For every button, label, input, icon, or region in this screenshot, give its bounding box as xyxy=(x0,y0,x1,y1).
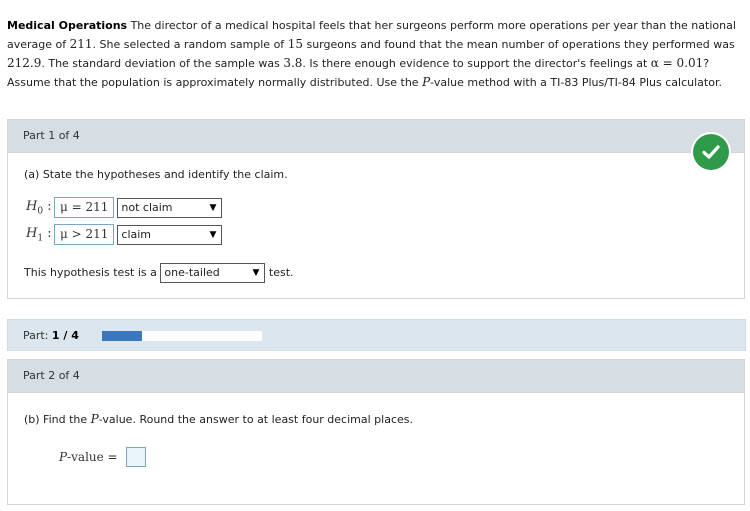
part-2-header: Part 2 of 4 xyxy=(8,360,744,393)
null-hypothesis-row: H0 : μ = 211 not claim ▼ xyxy=(26,197,223,218)
progress-bar-fill xyxy=(102,331,142,341)
problem-statement: Medical Operations The director of a med… xyxy=(7,17,743,92)
p-value-input[interactable] xyxy=(125,447,146,467)
p-value-label: P-value = xyxy=(59,450,118,464)
h1-label: H1 : xyxy=(26,225,52,244)
progress-bar-track xyxy=(102,331,262,341)
problem-text: -value method with a TI-83 Plus/TI-84 Pl… xyxy=(430,76,722,89)
problem-text: . She selected a random sample of xyxy=(92,38,288,51)
h0-claim-select[interactable]: not claim ▼ xyxy=(117,197,223,218)
test-type-suffix: test. xyxy=(268,266,294,279)
part-progress: Part: 1 / 4 xyxy=(7,319,746,351)
alternative-hypothesis-row: H1 : μ > 211 claim ▼ xyxy=(26,224,223,245)
part-2-question: (b) Find the P-value. Round the answer t… xyxy=(24,412,413,426)
part-1-header: Part 1 of 4 xyxy=(8,120,744,153)
test-type-row: This hypothesis test is a one-tailed ▼ te… xyxy=(24,263,294,283)
h1-input[interactable]: μ > 211 xyxy=(54,224,115,245)
h0-label: H0 : xyxy=(26,198,52,217)
sample-sd-value: 3.8 xyxy=(283,56,303,70)
problem-title: Medical Operations xyxy=(7,19,128,32)
h1-claim-select[interactable]: claim ▼ xyxy=(117,224,223,245)
problem-text: surgeons and found that the mean number … xyxy=(302,38,735,51)
progress-label: Part: 1 / 4 xyxy=(23,329,79,342)
part-2-panel: Part 2 of 4 (b) Find the P-value. Round … xyxy=(7,359,745,505)
part-1-question: (a) State the hypotheses and identify th… xyxy=(24,168,288,181)
correct-checkmark-icon xyxy=(693,134,729,170)
problem-text: . Is there enough evidence to support th… xyxy=(302,57,651,70)
sample-size-value: 15 xyxy=(287,37,303,51)
test-type-select[interactable]: one-tailed ▼ xyxy=(160,263,266,283)
problem-text: . The standard deviation of the sample w… xyxy=(41,57,284,70)
sample-mean-value: 212.9 xyxy=(7,56,42,70)
p-value-row: P-value = xyxy=(59,447,146,467)
test-type-prefix: This hypothesis test is a xyxy=(24,266,157,279)
national-average-value: 211 xyxy=(69,37,93,51)
chevron-down-icon: ▼ xyxy=(209,202,217,213)
progress-value: 1 / 4 xyxy=(51,329,79,342)
chevron-down-icon: ▼ xyxy=(209,229,217,240)
p-symbol: P xyxy=(422,75,431,89)
alpha-value: α = 0.01 xyxy=(650,56,704,70)
chevron-down-icon: ▼ xyxy=(252,268,260,278)
h0-input[interactable]: μ = 211 xyxy=(54,197,115,218)
part-1-panel: Part 1 of 4 (a) State the hypotheses and… xyxy=(7,119,745,299)
